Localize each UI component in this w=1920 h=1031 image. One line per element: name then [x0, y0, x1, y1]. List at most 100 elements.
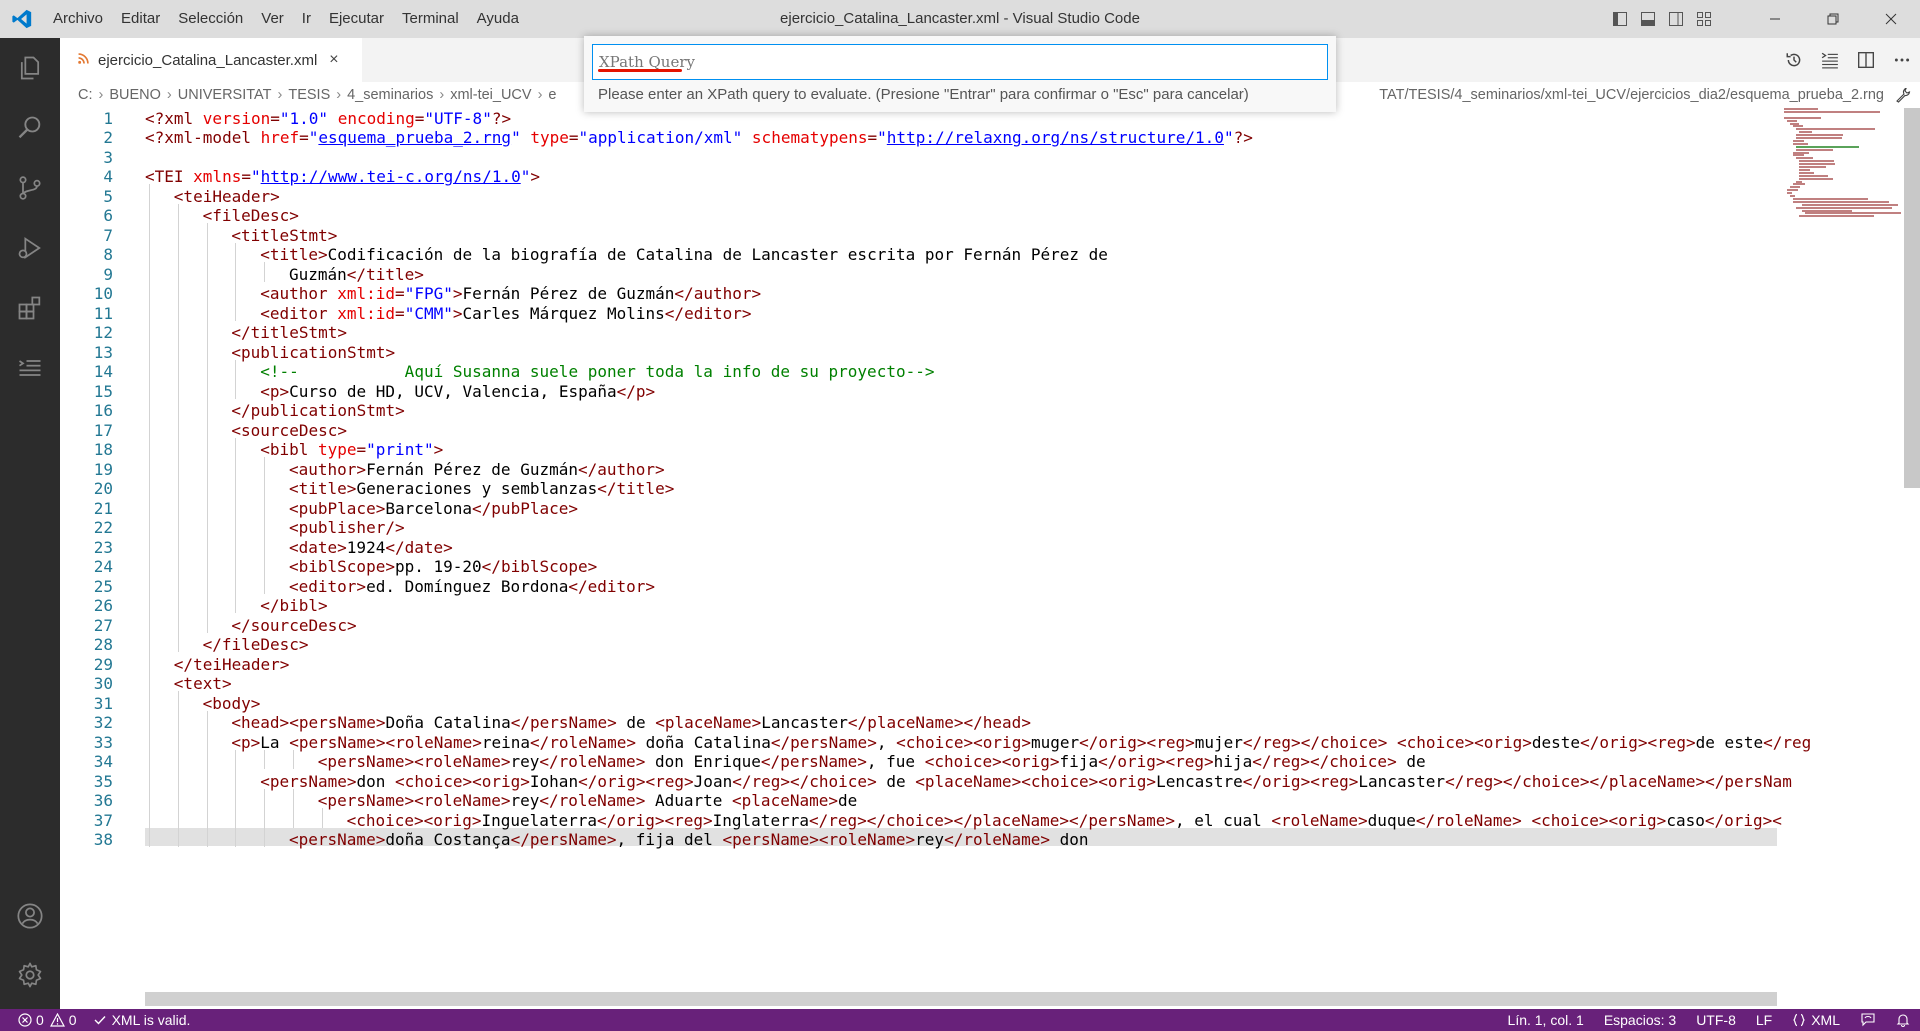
- indent-guide: [264, 788, 266, 808]
- editor-tab[interactable]: ejercicio_Catalina_Lancaster.xml ×: [60, 38, 362, 82]
- minimap-line: [1787, 192, 1793, 195]
- indent-guide: [149, 574, 150, 594]
- code-token: </roleName>: [944, 830, 1051, 849]
- indent-guide: [149, 281, 150, 301]
- language-mode[interactable]: XML: [1782, 1009, 1850, 1031]
- minimap[interactable]: [1784, 108, 1901, 218]
- indent-guide: [149, 203, 150, 223]
- check-icon: [94, 1016, 106, 1025]
- close-window-icon[interactable]: [1862, 0, 1920, 38]
- breadcrumb-segment[interactable]: xml-tei_UCV: [450, 87, 531, 103]
- indent-guide: [206, 379, 208, 399]
- indent-guide: [293, 749, 294, 769]
- breadcrumb-segment[interactable]: TESIS: [288, 87, 330, 103]
- cursor-position[interactable]: Lín. 1, col. 1: [1498, 1009, 1594, 1031]
- run-debug-icon[interactable]: [0, 218, 60, 278]
- indentation[interactable]: Espacios: 3: [1594, 1009, 1686, 1031]
- indent-guide: [235, 437, 237, 457]
- error-icon: [18, 1013, 32, 1027]
- indent-guide: [149, 379, 150, 399]
- menu-ejecutar[interactable]: Ejecutar: [320, 0, 393, 38]
- indent-guide: [206, 242, 208, 262]
- split-editor-icon[interactable]: [1848, 38, 1884, 82]
- end-of-line[interactable]: LF: [1746, 1009, 1782, 1031]
- indent-guide: [177, 788, 179, 808]
- breadcrumb-separator: ›: [439, 87, 445, 103]
- indent-guide: [177, 379, 179, 399]
- xpath-query-input[interactable]: XPath Query: [592, 44, 1328, 80]
- breadcrumb-schema-path[interactable]: TAT/TESIS/4_seminarios/xml-tei_UCV/ejerc…: [1379, 82, 1884, 108]
- minimap-line: [1796, 145, 1859, 148]
- breadcrumb-segment[interactable]: e: [548, 87, 556, 103]
- indent-guide: [177, 223, 179, 243]
- indent-guide: [235, 827, 237, 847]
- problems-status[interactable]: 0 0: [0, 1009, 85, 1031]
- wrench-icon[interactable]: [1890, 82, 1916, 108]
- indent-guide: [177, 320, 179, 340]
- manage-gear-icon[interactable]: [0, 945, 60, 1005]
- file-encoding[interactable]: UTF-8: [1686, 1009, 1746, 1031]
- indent-guide: [177, 827, 179, 847]
- menu-selección[interactable]: Selección: [169, 0, 252, 38]
- source-control-icon[interactable]: [0, 158, 60, 218]
- menu-ayuda[interactable]: Ayuda: [468, 0, 528, 38]
- vertical-scrollbar[interactable]: [1904, 108, 1920, 488]
- minimap-line: [1799, 215, 1874, 218]
- minimap-line: [1790, 195, 1796, 197]
- toggle-panel-icon[interactable]: [1634, 0, 1662, 38]
- more-actions-icon[interactable]: [1884, 38, 1920, 82]
- menu-ir[interactable]: Ir: [293, 0, 320, 38]
- menu-ver[interactable]: Ver: [252, 0, 293, 38]
- vscode-window: Archivo Editar Selección Ver Ir Ejecutar Termi…: [0, 0, 1920, 1031]
- code-token: don: [1050, 830, 1089, 849]
- explorer-icon[interactable]: [0, 38, 60, 98]
- indent-guide: [149, 515, 150, 535]
- customize-layout-icon[interactable]: [1690, 0, 1718, 38]
- indent-guide: [235, 262, 237, 282]
- indent-guide: [235, 554, 237, 574]
- indent-guide: [149, 476, 150, 496]
- horizontal-scrollbar[interactable]: [145, 992, 1777, 1006]
- indent-guide: [149, 184, 150, 204]
- indent-guide: [149, 320, 150, 340]
- xml-tools-icon[interactable]: [0, 338, 60, 398]
- xml-format-icon[interactable]: [1812, 38, 1848, 82]
- toggle-secondary-sidebar-icon[interactable]: [1662, 0, 1690, 38]
- minimize-icon[interactable]: [1746, 0, 1804, 38]
- indent-guide: [206, 808, 208, 828]
- toggle-primary-sidebar-icon[interactable]: [1606, 0, 1634, 38]
- indent-guide: [177, 262, 179, 282]
- line-number: 38: [93, 830, 113, 849]
- notifications-bell-icon[interactable]: [1886, 1009, 1920, 1031]
- minimap-line: [1787, 189, 1798, 192]
- minimap-line: [1796, 206, 1892, 209]
- indent-guide: [177, 769, 179, 789]
- xml-validation-status[interactable]: XML is valid.: [85, 1009, 199, 1031]
- code-line[interactable]: 38 <persName>doña Costança</persName>, fi…: [60, 828, 1884, 852]
- breadcrumb-segment[interactable]: BUENO: [109, 87, 161, 103]
- timeline-history-icon[interactable]: [1776, 38, 1812, 82]
- tab-close-icon[interactable]: ×: [329, 51, 338, 69]
- indent-guide: [321, 808, 323, 828]
- code-editor[interactable]: 1 <?xml version="1.0" encoding="UTF-8"?> 2…: [60, 108, 1884, 1009]
- indent-guide: [177, 281, 179, 301]
- feedback-icon[interactable]: [1850, 1009, 1886, 1031]
- menu-archivo[interactable]: Archivo: [44, 0, 112, 38]
- minimap-line: [1796, 180, 1803, 183]
- menu-terminal[interactable]: Terminal: [393, 0, 468, 38]
- indent-guide: [206, 320, 208, 340]
- minimap-line: [1799, 160, 1835, 163]
- breadcrumb-segment[interactable]: UNIVERSITAT: [178, 87, 272, 103]
- code-token: rey: [915, 830, 945, 849]
- menu-editar[interactable]: Editar: [112, 0, 169, 38]
- accounts-icon[interactable]: [0, 886, 60, 946]
- restore-icon[interactable]: [1804, 0, 1862, 38]
- indent-guide: [177, 808, 179, 828]
- minimap-line: [1793, 142, 1809, 145]
- minimap-line: [1790, 186, 1800, 189]
- indent-guide: [235, 515, 237, 535]
- search-icon[interactable]: [0, 98, 60, 158]
- breadcrumb-segment[interactable]: C:: [78, 87, 93, 103]
- breadcrumb-segment[interactable]: 4_seminarios: [347, 87, 433, 103]
- extensions-icon[interactable]: [0, 278, 60, 338]
